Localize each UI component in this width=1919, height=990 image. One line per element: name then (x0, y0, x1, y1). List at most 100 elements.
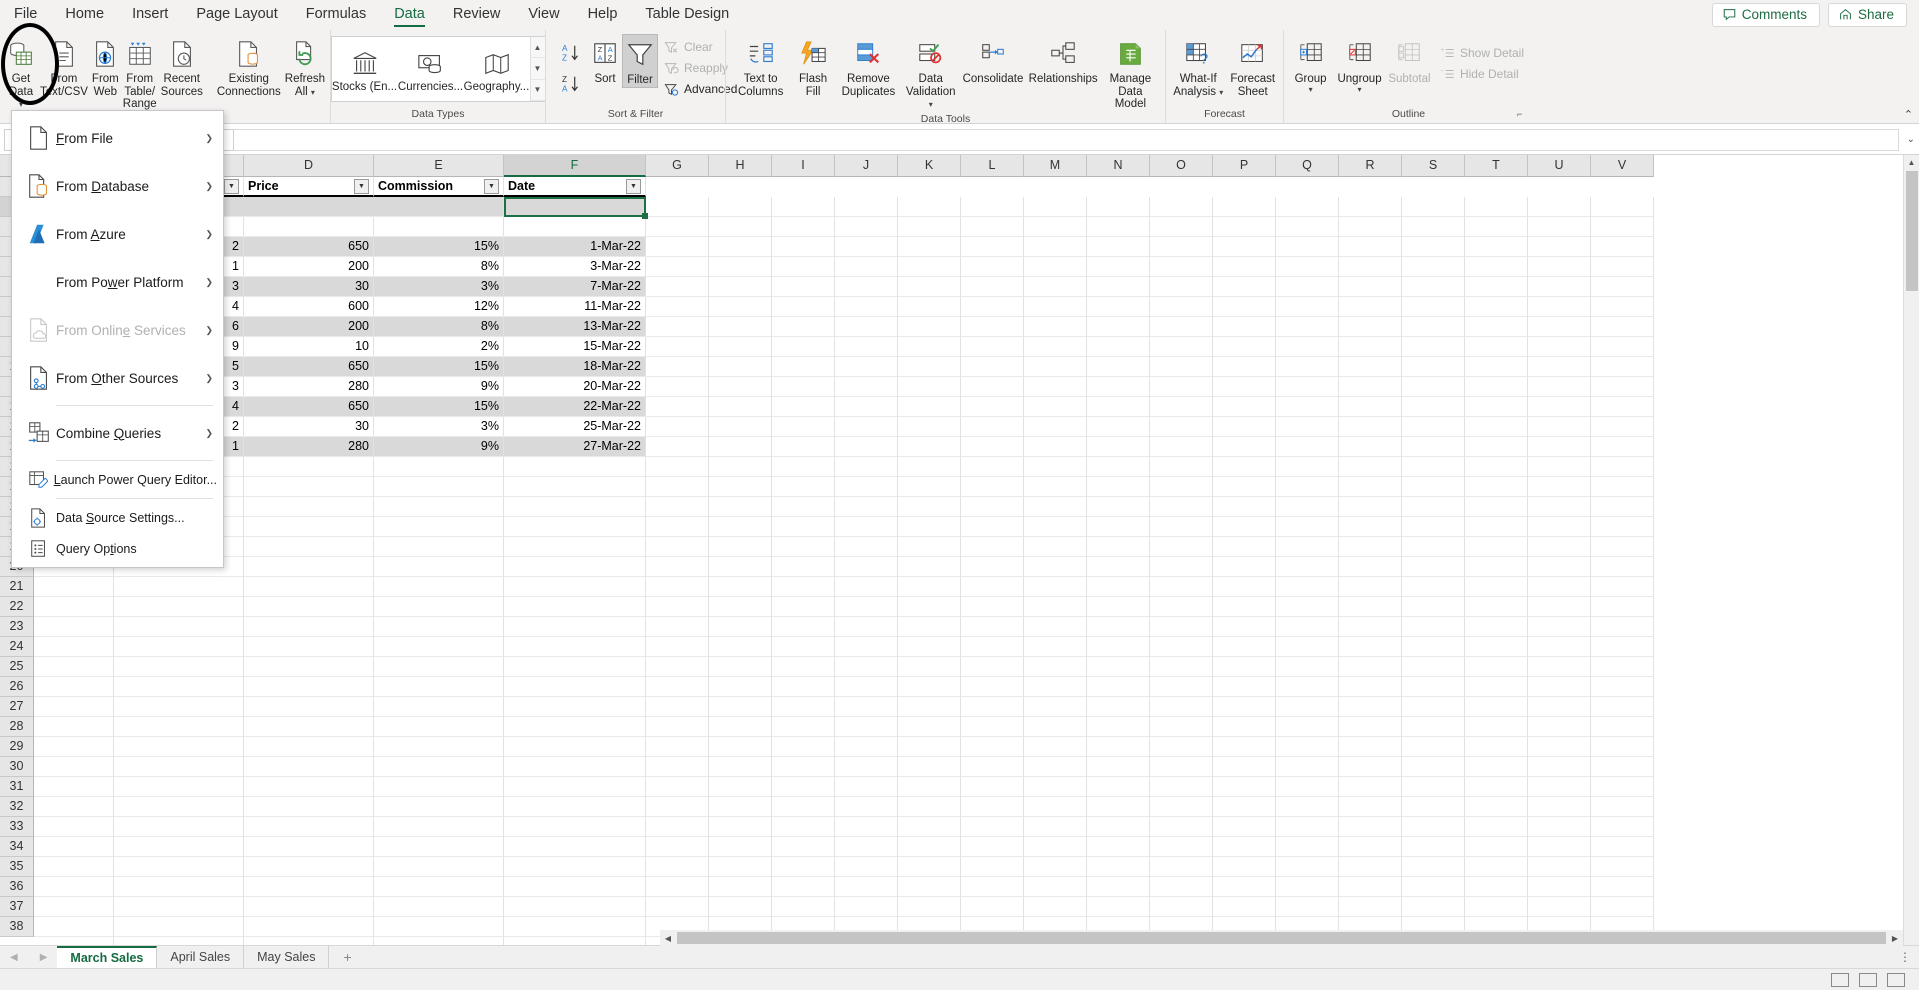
share-button[interactable]: Share (1827, 3, 1907, 27)
cell[interactable] (374, 677, 504, 697)
cell[interactable] (835, 397, 898, 417)
cell[interactable] (1213, 237, 1276, 257)
cell[interactable] (1150, 797, 1213, 817)
cell[interactable] (709, 517, 772, 537)
cell[interactable] (772, 737, 835, 757)
column-header-U[interactable]: U (1528, 155, 1591, 177)
cell[interactable] (1465, 237, 1528, 257)
cell[interactable] (374, 657, 504, 677)
cell[interactable] (898, 257, 961, 277)
cell[interactable]: 200 (244, 317, 374, 337)
cell[interactable] (898, 637, 961, 657)
cell[interactable] (1402, 257, 1465, 277)
column-header-D[interactable]: D (244, 155, 374, 177)
cell[interactable] (1024, 297, 1087, 317)
page-layout-view-button[interactable] (1859, 972, 1877, 987)
cell[interactable] (244, 897, 374, 917)
cell[interactable] (1402, 337, 1465, 357)
cell[interactable] (835, 797, 898, 817)
cell[interactable] (1213, 617, 1276, 637)
cell[interactable] (504, 197, 646, 217)
geography-data-type[interactable]: Geography... (464, 37, 530, 101)
filter-button[interactable]: Filter (622, 34, 658, 88)
menu-item-from-database[interactable]: From Database ❯ (12, 162, 223, 210)
cell[interactable] (1339, 517, 1402, 537)
cell[interactable] (1339, 757, 1402, 777)
cell[interactable] (1465, 357, 1528, 377)
row-header-32[interactable]: 32 (0, 797, 34, 817)
cell[interactable] (772, 677, 835, 697)
cell[interactable] (1213, 397, 1276, 417)
cell[interactable] (244, 477, 374, 497)
cell[interactable] (772, 757, 835, 777)
cell[interactable] (374, 577, 504, 597)
cell[interactable] (1276, 677, 1339, 697)
cell[interactable]: 280 (244, 377, 374, 397)
cell[interactable] (709, 717, 772, 737)
cell[interactable] (646, 637, 709, 657)
cell[interactable] (646, 197, 709, 217)
cell[interactable] (961, 817, 1024, 837)
cell[interactable] (1276, 477, 1339, 497)
cell[interactable] (1024, 657, 1087, 677)
cell[interactable] (1213, 597, 1276, 617)
cell[interactable] (1591, 217, 1654, 237)
data-validation-button[interactable]: Data Validation ▾ (902, 34, 959, 111)
cell[interactable] (1276, 717, 1339, 737)
cell[interactable] (1276, 897, 1339, 917)
cell[interactable]: 3-Mar-22 (504, 257, 646, 277)
cell[interactable] (1591, 597, 1654, 617)
cell[interactable] (1276, 637, 1339, 657)
cell[interactable] (1591, 897, 1654, 917)
cell[interactable] (504, 597, 646, 617)
cell[interactable] (1339, 637, 1402, 657)
cell[interactable] (1339, 217, 1402, 237)
cell[interactable] (646, 257, 709, 277)
cell[interactable] (504, 517, 646, 537)
cell[interactable] (1591, 537, 1654, 557)
cell[interactable] (1276, 257, 1339, 277)
ribbon-tab-review[interactable]: Review (439, 1, 515, 29)
cell[interactable] (646, 677, 709, 697)
cell[interactable] (244, 457, 374, 477)
cell[interactable] (1087, 357, 1150, 377)
cell[interactable] (961, 857, 1024, 877)
cell[interactable] (961, 277, 1024, 297)
cell[interactable] (34, 877, 114, 897)
cell[interactable] (961, 577, 1024, 597)
cell[interactable] (961, 837, 1024, 857)
cell[interactable] (1276, 817, 1339, 837)
cell[interactable] (1339, 597, 1402, 617)
cell[interactable] (1087, 497, 1150, 517)
cell[interactable] (244, 917, 374, 937)
cell[interactable] (1024, 837, 1087, 857)
cell[interactable] (646, 757, 709, 777)
cell[interactable] (244, 697, 374, 717)
cell[interactable] (1339, 777, 1402, 797)
cell[interactable] (1528, 737, 1591, 757)
cell[interactable] (961, 237, 1024, 257)
cell[interactable] (898, 697, 961, 717)
cell[interactable] (1528, 277, 1591, 297)
cell[interactable] (1402, 597, 1465, 617)
cell[interactable] (1024, 617, 1087, 637)
cell[interactable] (244, 777, 374, 797)
cell[interactable] (1024, 797, 1087, 817)
vertical-scroll-thumb[interactable] (1906, 171, 1918, 291)
cell[interactable] (772, 697, 835, 717)
cell[interactable] (1465, 797, 1528, 817)
cell[interactable] (1150, 217, 1213, 237)
cell[interactable] (961, 637, 1024, 657)
cell[interactable] (835, 857, 898, 877)
cell[interactable] (1150, 817, 1213, 837)
cell[interactable] (709, 557, 772, 577)
cell[interactable] (1591, 697, 1654, 717)
cell[interactable] (504, 817, 646, 837)
filter-dropdown-arrow[interactable]: ▼ (354, 179, 369, 194)
cell[interactable] (1465, 317, 1528, 337)
cell[interactable] (772, 537, 835, 557)
cell[interactable] (1591, 357, 1654, 377)
cell[interactable] (114, 617, 244, 637)
cell[interactable] (1276, 217, 1339, 237)
cell[interactable] (374, 497, 504, 517)
